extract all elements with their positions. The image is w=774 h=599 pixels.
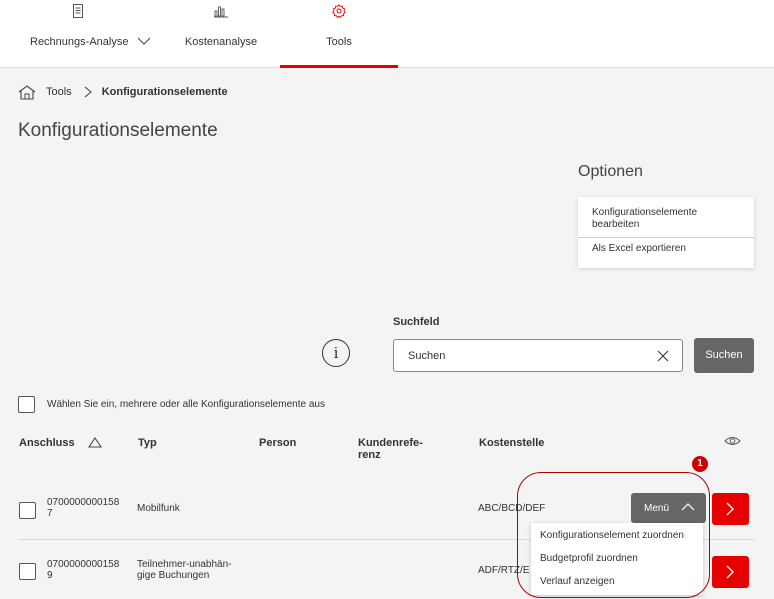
highlight-frame bbox=[517, 472, 710, 598]
column-header-kostenstelle: Kostenstelle bbox=[479, 437, 545, 449]
cell-anschluss: 0700000000158 9 bbox=[47, 559, 120, 581]
cell-typ: Mobilfunk bbox=[137, 503, 180, 514]
search-placeholder: Suchen bbox=[408, 350, 446, 362]
select-all: Wählen Sie ein, mehrere oder alle Konfig… bbox=[18, 396, 325, 413]
option-export-excel[interactable]: Als Excel exportieren bbox=[592, 243, 686, 255]
page-title: Konfigurationselemente bbox=[18, 120, 218, 141]
eye-icon[interactable] bbox=[724, 435, 741, 447]
column-header-anschluss[interactable]: Anschluss bbox=[19, 437, 75, 449]
top-navigation: Rechnungs-Analyse Kostenanalyse Tools bbox=[0, 0, 774, 68]
info-icon[interactable]: i bbox=[322, 339, 350, 367]
options-menu: Konfigurationselemente bearbeiten Als Ex… bbox=[578, 197, 754, 268]
option-edit-elements[interactable]: Konfigurationselemente bearbeiten bbox=[592, 207, 742, 231]
chevron-right-icon bbox=[726, 502, 734, 516]
column-header-person: Person bbox=[259, 437, 297, 449]
row-checkbox[interactable] bbox=[19, 563, 36, 580]
options-title: Optionen bbox=[578, 163, 643, 180]
column-header-typ: Typ bbox=[138, 437, 157, 449]
select-all-checkbox[interactable] bbox=[18, 396, 35, 413]
row-open-button[interactable] bbox=[712, 556, 749, 588]
select-all-label: Wählen Sie ein, mehrere oder alle Konfig… bbox=[47, 399, 325, 410]
home-icon[interactable] bbox=[18, 84, 36, 100]
tab-rechnungs-analyse[interactable]: Rechnungs-Analyse bbox=[30, 0, 155, 68]
tab-tools[interactable]: Tools bbox=[280, 0, 398, 68]
search-button[interactable]: Suchen bbox=[694, 338, 754, 373]
chevron-down-icon[interactable] bbox=[137, 37, 151, 46]
tab-label: Kostenanalyse bbox=[184, 36, 258, 48]
gear-icon bbox=[332, 4, 346, 18]
divider bbox=[578, 237, 754, 238]
chevron-right-icon bbox=[726, 565, 734, 579]
breadcrumb: Tools Konfigurationselemente bbox=[18, 84, 228, 100]
breadcrumb-current: Konfigurationselemente bbox=[101, 86, 228, 98]
search-label: Suchfeld bbox=[393, 316, 440, 328]
annotation-badge: 1 bbox=[692, 456, 708, 472]
column-header-kundenreferenz: Kundenrefe- renz bbox=[358, 437, 423, 461]
search-input[interactable]: Suchen bbox=[393, 339, 683, 372]
document-icon bbox=[73, 4, 83, 18]
row-open-button[interactable] bbox=[712, 493, 749, 525]
sort-up-icon[interactable] bbox=[88, 437, 102, 448]
bar-chart-icon bbox=[214, 6, 228, 18]
tab-label: Tools bbox=[326, 36, 352, 48]
tab-kostenanalyse[interactable]: Kostenanalyse bbox=[178, 0, 264, 68]
chevron-right-icon bbox=[84, 86, 92, 98]
row-checkbox[interactable] bbox=[19, 502, 36, 519]
breadcrumb-link-tools[interactable]: Tools bbox=[46, 86, 72, 98]
cell-anschluss: 0700000000158 7 bbox=[47, 497, 120, 519]
close-icon[interactable] bbox=[656, 349, 670, 363]
cell-typ: Teilnehmer-unabhän- gige Buchungen bbox=[137, 559, 232, 581]
